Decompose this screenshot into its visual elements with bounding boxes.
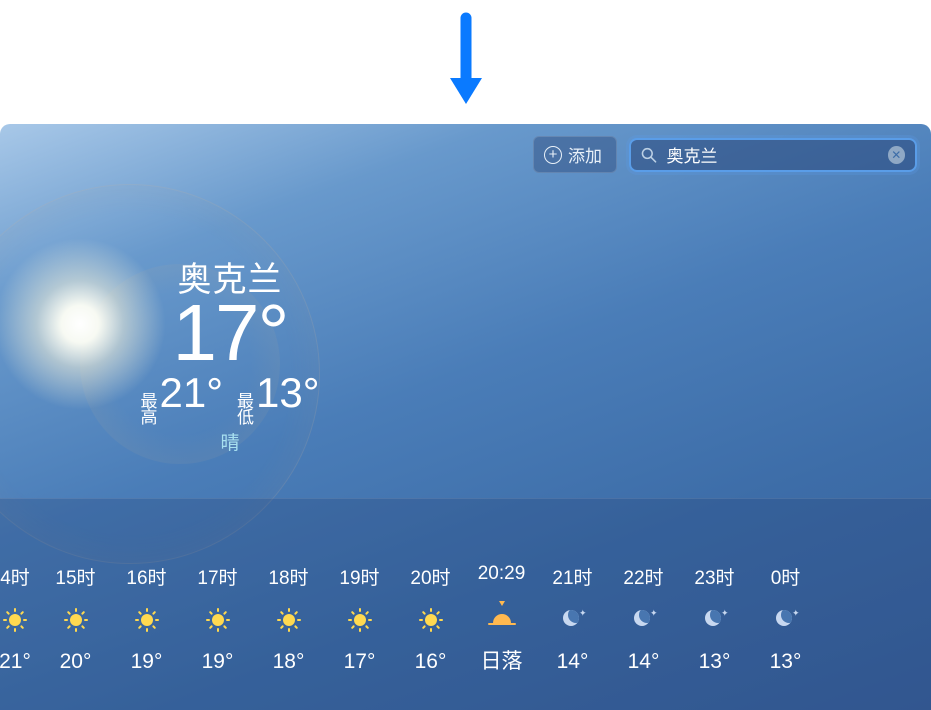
hour-time: 19时 xyxy=(339,563,379,590)
hourly-item: 19时 17° xyxy=(324,563,395,674)
sun-icon xyxy=(420,609,442,631)
hourly-item: 20时 16° xyxy=(395,563,466,674)
hour-time: 20时 xyxy=(410,563,450,590)
hour-time: 20:29 xyxy=(478,563,526,585)
hourly-item: 18时 18° xyxy=(253,563,324,674)
sun-icon xyxy=(4,609,26,631)
sunset-icon xyxy=(488,603,516,627)
search-field[interactable]: ✕ xyxy=(629,138,917,172)
hour-temperature: 日落 xyxy=(481,645,523,675)
toolbar: + 添加 ✕ xyxy=(533,136,917,173)
hour-temperature: 16° xyxy=(415,650,447,674)
hourly-forecast[interactable]: 4时 21° 15时 20° 16时 19° 17时 19° 18时 18° 1… xyxy=(0,498,931,710)
callout-arrow xyxy=(426,0,506,120)
search-icon xyxy=(641,147,657,163)
moon-stars-icon: ✦ xyxy=(776,610,796,630)
moon-stars-icon: ✦ xyxy=(634,610,654,630)
hour-temperature: 20° xyxy=(60,650,92,674)
add-location-button[interactable]: + 添加 xyxy=(533,136,617,173)
hour-temperature: 19° xyxy=(131,650,163,674)
sun-icon xyxy=(349,609,371,631)
hour-time: 21时 xyxy=(552,563,592,590)
hour-time: 22时 xyxy=(623,563,663,590)
hour-temperature: 19° xyxy=(202,650,234,674)
high-temperature: 21° xyxy=(159,369,223,417)
current-weather: 奥克兰 17° 最高 21° 最低 13° 晴 xyxy=(90,252,370,455)
condition-text: 晴 xyxy=(90,428,370,455)
high-label: 最高 xyxy=(140,394,157,426)
hour-time: 23时 xyxy=(694,563,734,590)
moon-stars-icon: ✦ xyxy=(705,610,725,630)
low-label: 最低 xyxy=(237,394,254,426)
hour-temperature: 13° xyxy=(770,650,802,674)
hourly-item: 0时 ✦ 13° xyxy=(750,563,821,674)
hourly-item: 15时 20° xyxy=(40,563,111,674)
arrow-down-icon xyxy=(446,10,486,110)
hour-temperature: 21° xyxy=(0,650,31,674)
high-low-row: 最高 21° 最低 13° xyxy=(90,369,370,426)
low-temperature: 13° xyxy=(256,369,320,417)
sun-icon xyxy=(65,609,87,631)
hour-time: 16时 xyxy=(126,563,166,590)
hour-time: 17时 xyxy=(197,563,237,590)
hour-temperature: 17° xyxy=(344,650,376,674)
hour-time: 15时 xyxy=(55,563,95,590)
sun-icon xyxy=(136,609,158,631)
sun-icon xyxy=(278,609,300,631)
hourly-item: 20:29 日落 xyxy=(466,563,537,675)
sun-icon xyxy=(207,609,229,631)
weather-window: + 添加 ✕ 奥克兰 17° 最高 21° 最低 13° 晴 xyxy=(0,124,931,710)
hour-temperature: 14° xyxy=(557,650,589,674)
hour-time: 18时 xyxy=(268,563,308,590)
plus-circle-icon: + xyxy=(544,146,562,164)
hour-temperature: 13° xyxy=(699,650,731,674)
hour-time: 0时 xyxy=(771,563,801,590)
hour-time: 4时 xyxy=(0,563,30,590)
hourly-item: 16时 19° xyxy=(111,563,182,674)
search-input[interactable] xyxy=(667,145,888,165)
add-label: 添加 xyxy=(568,142,602,167)
clear-icon[interactable]: ✕ xyxy=(888,146,905,164)
hourly-item: 17时 19° xyxy=(182,563,253,674)
hourly-item: 4时 21° xyxy=(0,563,40,674)
current-temperature: 17° xyxy=(90,293,370,373)
hour-temperature: 14° xyxy=(628,650,660,674)
hourly-item: 23时 ✦ 13° xyxy=(679,563,750,674)
moon-stars-icon: ✦ xyxy=(563,610,583,630)
hour-temperature: 18° xyxy=(273,650,305,674)
hourly-item: 22时 ✦ 14° xyxy=(608,563,679,674)
hourly-item: 21时 ✦ 14° xyxy=(537,563,608,674)
